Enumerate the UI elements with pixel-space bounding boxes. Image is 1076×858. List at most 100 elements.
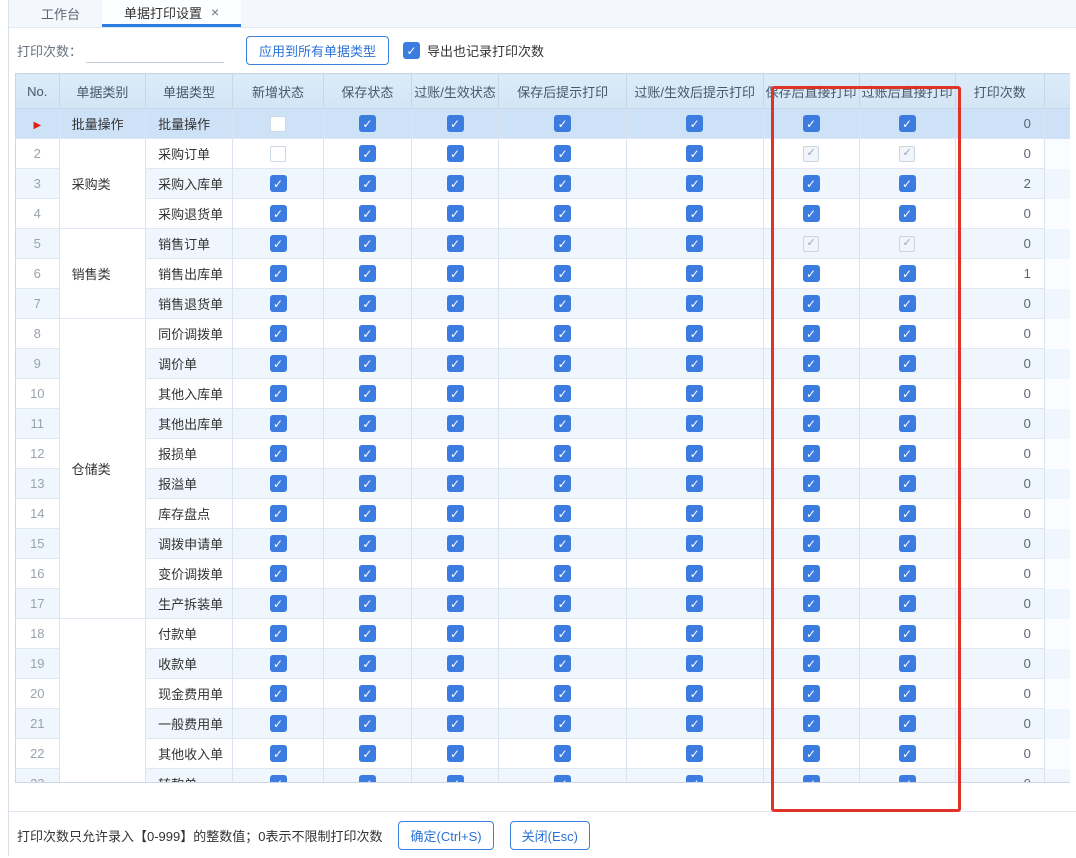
checkbox-direct-after-post[interactable]: ✓ xyxy=(899,655,916,672)
table-row[interactable]: 5销售类销售订单✓✓✓✓✓✓✓0 xyxy=(16,229,1071,259)
table-row[interactable]: 8仓储类同价调拨单✓✓✓✓✓✓✓0 xyxy=(16,319,1071,349)
table-row[interactable]: 23转款单✓✓✓✓✓✓✓0 xyxy=(16,769,1071,784)
table-row[interactable]: 13报溢单✓✓✓✓✓✓✓0 xyxy=(16,469,1071,499)
tab-print-settings[interactable]: 单据打印设置 × xyxy=(102,0,241,27)
checkbox-post-status[interactable]: ✓ xyxy=(447,205,464,222)
table-row[interactable]: 15调拨申请单✓✓✓✓✓✓✓0 xyxy=(16,529,1071,559)
checkbox-prompt-after-save[interactable]: ✓ xyxy=(554,505,571,522)
checkbox-prompt-after-post[interactable]: ✓ xyxy=(686,325,703,342)
checkbox-save-status[interactable]: ✓ xyxy=(359,745,376,762)
checkbox-save-status[interactable]: ✓ xyxy=(359,595,376,612)
checkbox-prompt-after-post[interactable]: ✓ xyxy=(686,265,703,282)
apply-to-all-button[interactable]: 应用到所有单据类型 xyxy=(246,36,389,65)
close-button[interactable]: 关闭(Esc) xyxy=(510,821,590,850)
checkbox-save-status[interactable]: ✓ xyxy=(359,325,376,342)
print-count-cell[interactable]: 0 xyxy=(955,349,1044,379)
checkbox-save-status[interactable]: ✓ xyxy=(359,385,376,402)
print-count-cell[interactable]: 0 xyxy=(955,709,1044,739)
export-record-checkbox[interactable]: ✓ xyxy=(403,42,420,59)
checkbox-post-status[interactable]: ✓ xyxy=(447,685,464,702)
checkbox-direct-after-post[interactable]: ✓ xyxy=(899,565,916,582)
print-count-cell[interactable]: 0 xyxy=(955,589,1044,619)
print-count-cell[interactable]: 0 xyxy=(955,229,1044,259)
table-row[interactable]: 12报损单✓✓✓✓✓✓✓0 xyxy=(16,439,1071,469)
table-row[interactable]: ▶批量操作批量操作✓✓✓✓✓✓0 xyxy=(16,109,1071,139)
checkbox-direct-after-save[interactable]: ✓ xyxy=(803,115,820,132)
checkbox-direct-after-save[interactable]: ✓ xyxy=(803,595,820,612)
checkbox-new-status[interactable]: ✓ xyxy=(270,205,287,222)
checkbox-post-status[interactable]: ✓ xyxy=(447,745,464,762)
checkbox-direct-after-post[interactable]: ✓ xyxy=(899,205,916,222)
print-count-cell[interactable]: 0 xyxy=(955,379,1044,409)
checkbox-new-status[interactable]: ✓ xyxy=(270,325,287,342)
checkbox-new-status[interactable]: ✓ xyxy=(270,565,287,582)
print-count-cell[interactable]: 0 xyxy=(955,139,1044,169)
checkbox-direct-after-save[interactable]: ✓ xyxy=(803,205,820,222)
print-count-cell[interactable]: 2 xyxy=(955,169,1044,199)
checkbox-direct-after-post[interactable]: ✓ xyxy=(899,775,916,783)
checkbox-new-status[interactable]: ✓ xyxy=(270,295,287,312)
checkbox-direct-after-save[interactable]: ✓ xyxy=(803,355,820,372)
checkbox-new-status[interactable]: ✓ xyxy=(270,385,287,402)
table-row[interactable]: 20现金费用单✓✓✓✓✓✓✓0 xyxy=(16,679,1071,709)
print-count-cell[interactable]: 1 xyxy=(955,259,1044,289)
checkbox-prompt-after-save[interactable]: ✓ xyxy=(554,235,571,252)
checkbox-post-status[interactable]: ✓ xyxy=(447,175,464,192)
checkbox-prompt-after-post[interactable]: ✓ xyxy=(686,625,703,642)
checkbox-prompt-after-post[interactable]: ✓ xyxy=(686,235,703,252)
checkbox-new-status[interactable]: ✓ xyxy=(270,775,287,783)
checkbox-post-status[interactable]: ✓ xyxy=(447,295,464,312)
checkbox-prompt-after-post[interactable]: ✓ xyxy=(686,475,703,492)
print-count-cell[interactable]: 0 xyxy=(955,679,1044,709)
checkbox-save-status[interactable]: ✓ xyxy=(359,445,376,462)
checkbox-post-status[interactable]: ✓ xyxy=(447,505,464,522)
checkbox-prompt-after-save[interactable]: ✓ xyxy=(554,595,571,612)
close-icon[interactable]: × xyxy=(211,5,219,19)
checkbox-direct-after-save[interactable]: ✓ xyxy=(803,475,820,492)
checkbox-prompt-after-post[interactable]: ✓ xyxy=(686,115,703,132)
print-count-cell[interactable]: 0 xyxy=(955,559,1044,589)
checkbox-post-status[interactable]: ✓ xyxy=(447,325,464,342)
checkbox-save-status[interactable]: ✓ xyxy=(359,415,376,432)
checkbox-prompt-after-save[interactable]: ✓ xyxy=(554,265,571,282)
checkbox-new-status[interactable]: ✓ xyxy=(270,235,287,252)
checkbox-direct-after-save[interactable]: ✓ xyxy=(803,385,820,402)
checkbox-post-status[interactable]: ✓ xyxy=(447,145,464,162)
checkbox-direct-after-save[interactable]: ✓ xyxy=(803,265,820,282)
checkbox-new-status[interactable]: ✓ xyxy=(270,415,287,432)
print-count-cell[interactable]: 0 xyxy=(955,319,1044,349)
ok-button[interactable]: 确定(Ctrl+S) xyxy=(398,821,493,850)
checkbox-post-status[interactable]: ✓ xyxy=(447,775,464,783)
checkbox-prompt-after-save[interactable]: ✓ xyxy=(554,625,571,642)
table-row[interactable]: 14库存盘点✓✓✓✓✓✓✓0 xyxy=(16,499,1071,529)
checkbox-post-status[interactable]: ✓ xyxy=(447,535,464,552)
checkbox-direct-after-save[interactable]: ✓ xyxy=(803,565,820,582)
checkbox-save-status[interactable]: ✓ xyxy=(359,715,376,732)
checkbox-post-status[interactable]: ✓ xyxy=(447,445,464,462)
checkbox-prompt-after-post[interactable]: ✓ xyxy=(686,355,703,372)
checkbox-direct-after-post[interactable]: ✓ xyxy=(899,475,916,492)
print-count-cell[interactable]: 0 xyxy=(955,409,1044,439)
checkbox-direct-after-post[interactable]: ✓ xyxy=(899,715,916,732)
checkbox-prompt-after-post[interactable]: ✓ xyxy=(686,715,703,732)
checkbox-direct-after-post[interactable]: ✓ xyxy=(899,535,916,552)
checkbox-direct-after-post[interactable]: ✓ xyxy=(899,265,916,282)
checkbox-direct-after-post[interactable]: ✓ xyxy=(899,385,916,402)
checkbox-new-status[interactable]: ✓ xyxy=(270,265,287,282)
checkbox-post-status[interactable]: ✓ xyxy=(447,115,464,132)
checkbox-post-status[interactable]: ✓ xyxy=(447,595,464,612)
checkbox-direct-after-post[interactable]: ✓ xyxy=(899,595,916,612)
checkbox-new-status[interactable]: ✓ xyxy=(270,175,287,192)
checkbox-prompt-after-save[interactable]: ✓ xyxy=(554,295,571,312)
table-row[interactable]: 7销售退货单✓✓✓✓✓✓✓0 xyxy=(16,289,1071,319)
checkbox-new-status[interactable]: ✓ xyxy=(270,475,287,492)
checkbox-save-status[interactable]: ✓ xyxy=(359,115,376,132)
checkbox-save-status[interactable]: ✓ xyxy=(359,625,376,642)
checkbox-save-status[interactable]: ✓ xyxy=(359,145,376,162)
checkbox-new-status[interactable]: ✓ xyxy=(270,685,287,702)
checkbox-prompt-after-post[interactable]: ✓ xyxy=(686,685,703,702)
checkbox-new-status[interactable]: ✓ xyxy=(270,655,287,672)
checkbox-direct-after-save[interactable]: ✓ xyxy=(803,715,820,732)
checkbox-new-status[interactable]: ✓ xyxy=(270,535,287,552)
checkbox-prompt-after-post[interactable]: ✓ xyxy=(686,385,703,402)
